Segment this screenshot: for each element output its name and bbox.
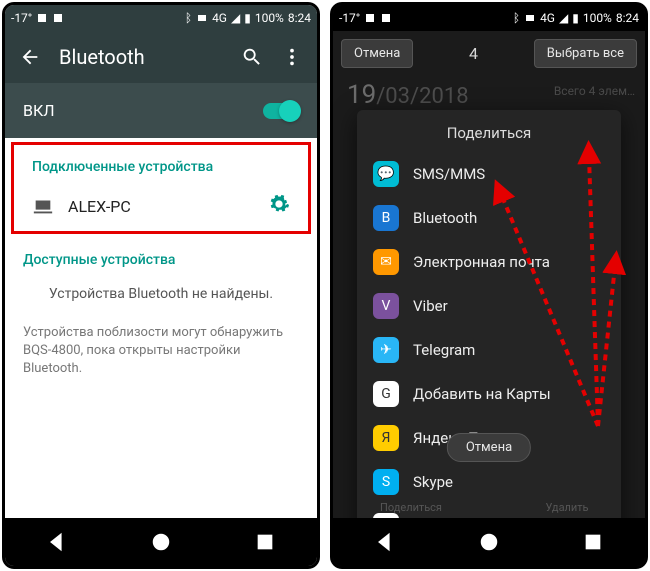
- share-item-label: Электронная почта: [413, 253, 550, 271]
- share-item-label: Skype: [413, 473, 453, 491]
- status-temp: -17°: [11, 11, 32, 25]
- bg-delete-label: Удалить: [489, 501, 645, 514]
- status-bar: -17° ᛒ 4G ◢ ▮ 100% 8:24: [333, 5, 645, 31]
- not-found-text: Устройства Bluetooth не найдены.: [5, 274, 317, 314]
- share-app-icon: B: [373, 205, 399, 231]
- vibrate-icon: [524, 12, 536, 24]
- share-app-icon: ✉: [373, 249, 399, 275]
- bluetooth-icon: ᛒ: [513, 11, 520, 25]
- nav-home-icon[interactable]: [478, 531, 500, 553]
- share-item-4[interactable]: ✈ Telegram: [357, 328, 621, 372]
- signal-icon: ◢: [559, 11, 568, 25]
- gallery-background: 19/03/2018 Всего 4 элем… Поделиться 💬 SMS…: [333, 76, 645, 518]
- cancel-pill-button[interactable]: Отмена: [447, 433, 531, 462]
- share-item-1[interactable]: B Bluetooth: [357, 196, 621, 240]
- toggle-label: ВКЛ: [23, 101, 55, 120]
- status-icon: [364, 12, 376, 24]
- share-item-5[interactable]: G Добавить на Карты: [357, 372, 621, 416]
- status-net: 4G: [540, 11, 555, 25]
- section-available: Доступные устройства: [5, 238, 317, 274]
- connected-devices-highlight: Подключенные устройства ALEX-PC: [11, 142, 311, 234]
- share-item-7[interactable]: S Skype: [357, 460, 621, 504]
- nav-home-icon[interactable]: [150, 531, 172, 553]
- gear-icon: [268, 193, 290, 215]
- share-item-label: Яндекс.Диск: [413, 517, 504, 518]
- nav-back-icon[interactable]: [374, 531, 396, 553]
- bg-date: 19/03/2018: [347, 80, 469, 110]
- nav-back-icon[interactable]: [46, 531, 68, 553]
- bg-total: Всего 4 элем…: [554, 84, 635, 98]
- selection-toolbar: Отмена 4 Выбрать все: [333, 31, 645, 76]
- status-bar: -17° ᛒ 4G ◢ ▮ 100% 8:24: [5, 5, 317, 31]
- device-settings-button[interactable]: [268, 193, 290, 219]
- section-connected: Подключенные устройства: [14, 145, 308, 181]
- bluetooth-toggle-row[interactable]: ВКЛ: [5, 83, 317, 138]
- share-app-icon: 💬: [373, 161, 399, 187]
- status-battery: 100%: [583, 11, 612, 25]
- share-item-label: Viber: [413, 297, 448, 315]
- toggle-switch[interactable]: [263, 103, 299, 119]
- status-time: 8:24: [616, 11, 639, 25]
- status-icon: [380, 12, 392, 24]
- cancel-button[interactable]: Отмена: [341, 39, 413, 68]
- bg-bottom-actions: Поделиться Удалить: [333, 501, 645, 514]
- visibility-hint: Устройства поблизости могут обнаружить B…: [5, 314, 317, 389]
- nav-recent-icon[interactable]: [254, 531, 276, 553]
- vibrate-icon: [196, 12, 208, 24]
- bg-share-label: Поделиться: [333, 501, 489, 514]
- battery-icon: ▮: [244, 11, 251, 25]
- share-app-icon: ✈: [373, 337, 399, 363]
- status-icon: [36, 12, 48, 24]
- share-item-label: Добавить на Карты: [413, 385, 551, 403]
- status-time: 8:24: [288, 11, 311, 25]
- phone-right: -17° ᛒ 4G ◢ ▮ 100% 8:24 Отмена 4 Выбрать…: [330, 2, 648, 569]
- share-item-label: SMS/MMS: [413, 165, 485, 183]
- phone-left: -17° ᛒ 4G ◢ ▮ 100% 8:24 Bluetooth ВКЛ По…: [2, 2, 320, 569]
- device-name: ALEX-PC: [68, 197, 254, 216]
- navigation-bar: [333, 518, 645, 566]
- status-temp: -17°: [339, 11, 360, 25]
- share-app-icon: S: [373, 469, 399, 495]
- status-icon: [52, 12, 64, 24]
- share-app-icon: Я: [373, 425, 399, 451]
- share-item-3[interactable]: V Viber: [357, 284, 621, 328]
- status-battery: 100%: [255, 11, 284, 25]
- laptop-icon: [32, 195, 54, 217]
- nav-recent-icon[interactable]: [582, 531, 604, 553]
- status-net: 4G: [212, 11, 227, 25]
- settings-header: Bluetooth: [5, 31, 317, 83]
- back-icon[interactable]: [19, 46, 41, 68]
- page-title: Bluetooth: [59, 45, 223, 69]
- share-app-icon: G: [373, 381, 399, 407]
- share-item-2[interactable]: ✉ Электронная почта: [357, 240, 621, 284]
- share-app-icon: V: [373, 293, 399, 319]
- share-item-label: Telegram: [413, 341, 475, 359]
- navigation-bar: [5, 518, 317, 566]
- share-title: Поделиться: [357, 116, 621, 152]
- paired-device-row[interactable]: ALEX-PC: [14, 181, 308, 231]
- overflow-icon[interactable]: [281, 46, 303, 68]
- signal-icon: ◢: [231, 11, 240, 25]
- share-item-0[interactable]: 💬 SMS/MMS: [357, 152, 621, 196]
- select-all-button[interactable]: Выбрать все: [534, 39, 637, 68]
- selection-count: 4: [421, 44, 525, 63]
- search-icon[interactable]: [241, 46, 263, 68]
- battery-icon: ▮: [572, 11, 579, 25]
- bluetooth-icon: ᛒ: [185, 11, 192, 25]
- share-item-label: Bluetooth: [413, 209, 477, 227]
